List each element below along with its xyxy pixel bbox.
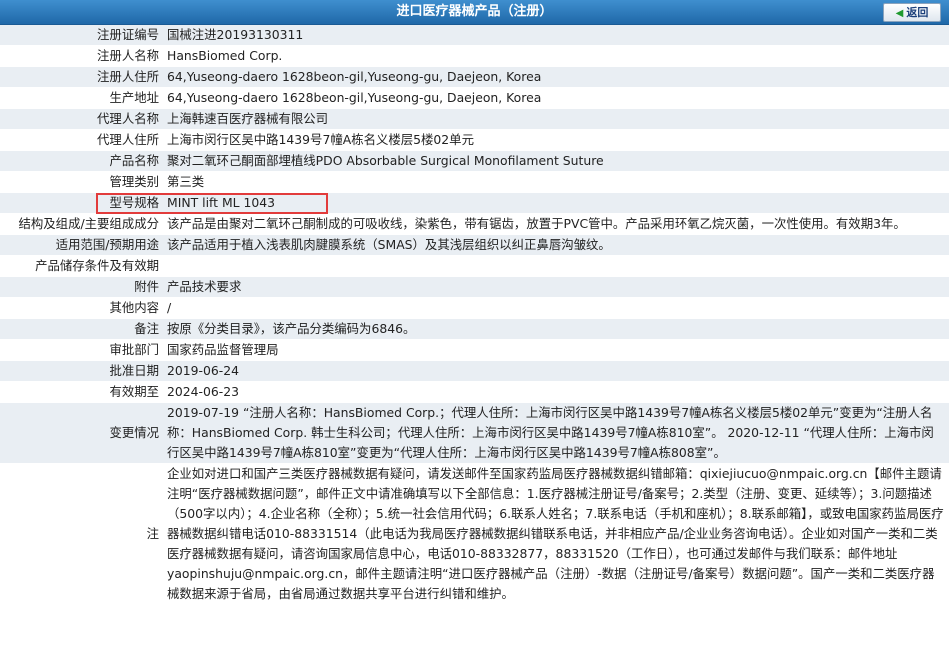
row-value (163, 255, 949, 277)
row-value: 该产品是由聚对二氧环己酮制成的可吸收线，染紫色，带有锯齿，放置于PVC管中。产品… (163, 213, 949, 235)
table-row: 注册人住所 64,Yuseong-daero 1628beon-gil,Yuse… (0, 66, 949, 88)
header-bar: 进口医疗器械产品（注册） ◀ 返回 (0, 0, 949, 25)
row-value: 第三类 (163, 171, 949, 193)
row-label: 生产地址 (0, 87, 163, 109)
row-value: 2024-06-23 (163, 381, 949, 403)
row-label: 注册人住所 (0, 66, 163, 88)
row-label: 代理人住所 (0, 129, 163, 151)
table-row: 注册人名称 HansBiomed Corp. (0, 45, 949, 67)
row-value: 上海韩速百医疗器械有限公司 (163, 108, 949, 130)
back-button-label: 返回 (906, 6, 929, 19)
table-row: 注册证编号 国械注进20193130311 (0, 25, 949, 46)
row-label: 备注 (0, 318, 163, 340)
row-label: 产品储存条件及有效期 (0, 255, 163, 277)
row-value: 产品技术要求 (163, 276, 949, 298)
table-row: 型号规格 MINT lift ML 1043 (0, 192, 949, 214)
table-row: 变更情况 2019-07-19 “注册人名称：HansBiomed Corp.；… (0, 402, 949, 464)
row-label: 其他内容 (0, 297, 163, 319)
table-row: 注 企业如对进口和国产三类医疗器械数据有疑问，请发送邮件至国家药监局医疗器械数据… (0, 463, 949, 605)
row-value: 企业如对进口和国产三类医疗器械数据有疑问，请发送邮件至国家药监局医疗器械数据纠错… (163, 463, 949, 605)
row-value: 64,Yuseong-daero 1628beon-gil,Yuseong-gu… (163, 66, 949, 88)
info-table: 注册证编号 国械注进20193130311 注册人名称 HansBiomed C… (0, 25, 949, 605)
row-label: 型号规格 (0, 192, 163, 214)
row-label: 审批部门 (0, 339, 163, 361)
row-label: 产品名称 (0, 150, 163, 172)
table-row: 审批部门 国家药品监督管理局 (0, 339, 949, 361)
table-row: 代理人名称 上海韩速百医疗器械有限公司 (0, 108, 949, 130)
row-label: 结构及组成/主要组成成分 (0, 213, 163, 235)
table-row: 有效期至 2024-06-23 (0, 381, 949, 403)
row-label: 附件 (0, 276, 163, 298)
back-button[interactable]: ◀ 返回 (883, 3, 941, 22)
row-value: / (163, 297, 949, 319)
row-value: 2019-06-24 (163, 360, 949, 382)
table-row: 产品储存条件及有效期 (0, 255, 949, 277)
back-arrow-icon: ◀ (895, 8, 904, 19)
row-value: 国家药品监督管理局 (163, 339, 949, 361)
row-value: 上海市闵行区吴中路1439号7幢A栋名义楼层5楼02单元 (163, 129, 949, 151)
row-label: 适用范围/预期用途 (0, 234, 163, 256)
table-row: 备注 按原《分类目录》，该产品分类编码为6846。 (0, 318, 949, 340)
row-label: 批准日期 (0, 360, 163, 382)
row-value: 国械注进20193130311 (163, 25, 949, 46)
row-label: 管理类别 (0, 171, 163, 193)
table-row: 适用范围/预期用途 该产品适用于植入浅表肌肉腱膜系统（SMAS）及其浅层组织以纠… (0, 234, 949, 256)
page: 进口医疗器械产品（注册） ◀ 返回 注册证编号 国械注进20193130311 注… (0, 0, 949, 645)
table-row: 结构及组成/主要组成成分 该产品是由聚对二氧环己酮制成的可吸收线，染紫色，带有锯… (0, 213, 949, 235)
row-label: 变更情况 (0, 402, 163, 464)
table-row: 管理类别 第三类 (0, 171, 949, 193)
table-row: 附件 产品技术要求 (0, 276, 949, 298)
row-label: 有效期至 (0, 381, 163, 403)
row-value: 该产品适用于植入浅表肌肉腱膜系统（SMAS）及其浅层组织以纠正鼻唇沟皱纹。 (163, 234, 949, 256)
table-row: 代理人住所 上海市闵行区吴中路1439号7幢A栋名义楼层5楼02单元 (0, 129, 949, 151)
table-row: 产品名称 聚对二氧环己酮面部埋植线PDO Absorbable Surgical… (0, 150, 949, 172)
row-value: 2019-07-19 “注册人名称：HansBiomed Corp.；代理人住所… (163, 402, 949, 464)
row-value: 按原《分类目录》，该产品分类编码为6846。 (163, 318, 949, 340)
row-value: HansBiomed Corp. (163, 45, 949, 67)
table-row: 其他内容 / (0, 297, 949, 319)
row-label: 注 (0, 463, 163, 605)
row-value: 聚对二氧环己酮面部埋植线PDO Absorbable Surgical Mono… (163, 150, 949, 172)
table-row: 批准日期 2019-06-24 (0, 360, 949, 382)
row-label: 注册人名称 (0, 45, 163, 67)
row-value: MINT lift ML 1043 (163, 192, 949, 214)
row-label: 代理人名称 (0, 108, 163, 130)
table-row: 生产地址 64,Yuseong-daero 1628beon-gil,Yuseo… (0, 87, 949, 109)
page-title: 进口医疗器械产品（注册） (396, 4, 553, 19)
row-value: 64,Yuseong-daero 1628beon-gil,Yuseong-gu… (163, 87, 949, 109)
row-label: 注册证编号 (0, 25, 163, 46)
